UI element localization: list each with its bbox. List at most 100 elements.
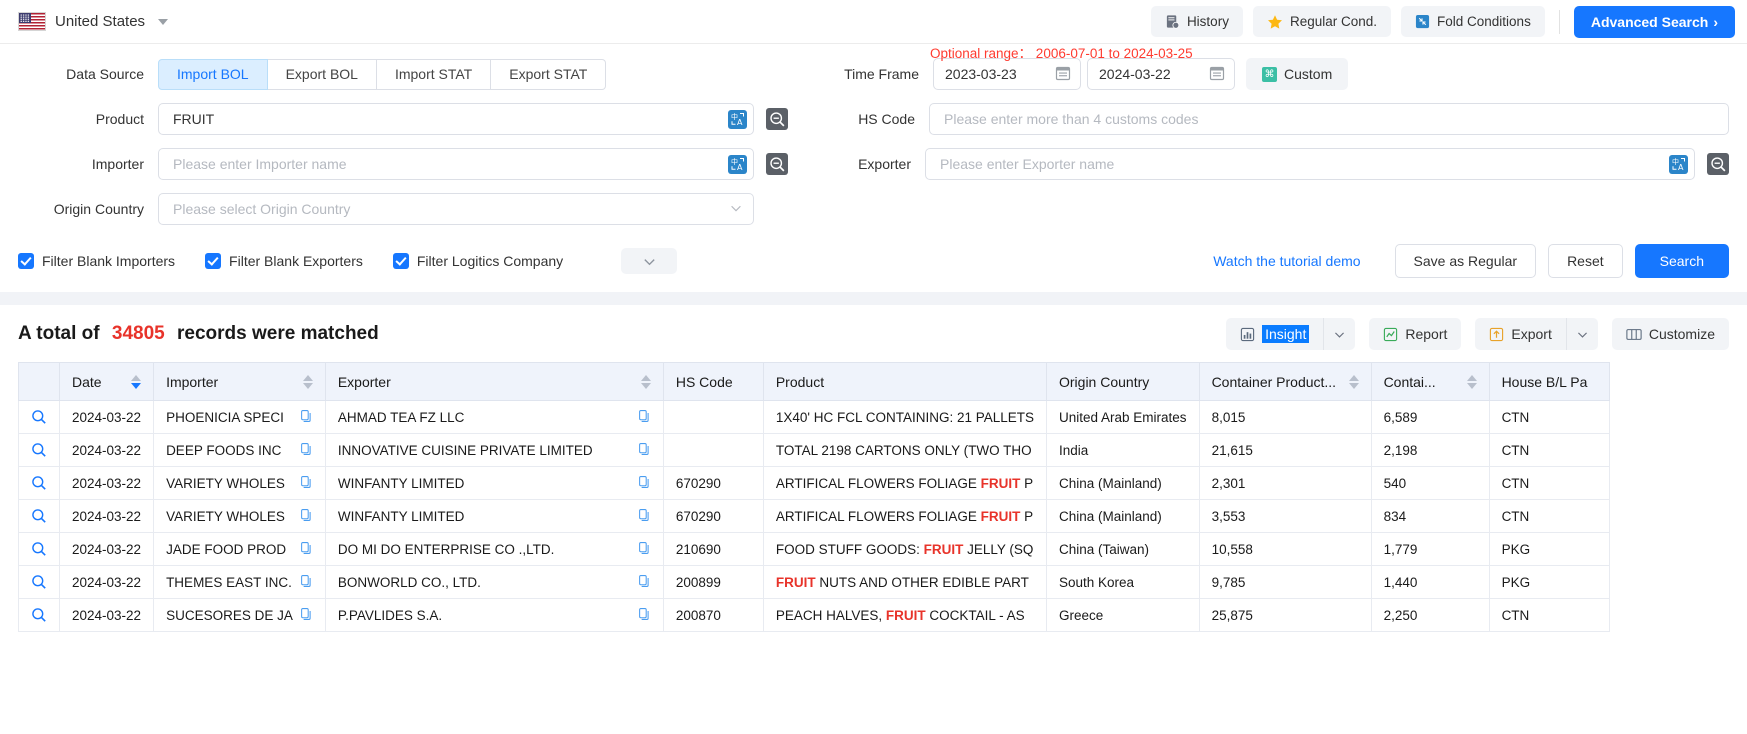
view-detail-icon[interactable] — [31, 442, 47, 458]
fuzzy-match-icon[interactable] — [766, 108, 788, 130]
sort-container-product-icon[interactable] — [1349, 375, 1359, 389]
cell-row-action[interactable] — [19, 533, 60, 566]
copy-icon[interactable] — [637, 442, 651, 459]
copy-icon[interactable] — [637, 409, 651, 426]
importer-input[interactable] — [171, 155, 728, 173]
product-field[interactable]: 中A — [158, 103, 754, 135]
copy-icon[interactable] — [299, 574, 313, 591]
tab-import-bol[interactable]: Import BOL — [158, 59, 268, 90]
sort-date-icon[interactable] — [131, 375, 141, 389]
view-detail-icon[interactable] — [31, 541, 47, 557]
table-row[interactable]: 2024-03-22JADE FOOD PRODDO MI DO ENTERPR… — [19, 533, 1610, 566]
cell-row-action[interactable] — [19, 500, 60, 533]
th-container[interactable]: Contai... — [1371, 363, 1489, 401]
exporter-field[interactable]: 中A — [925, 148, 1695, 180]
sort-container-icon[interactable] — [1467, 375, 1477, 389]
advanced-search-button[interactable]: Advanced Search › — [1574, 6, 1735, 38]
origin-country-input[interactable] — [171, 200, 729, 218]
filter-blank-importers[interactable]: Filter Blank Importers — [18, 253, 175, 269]
copy-icon[interactable] — [299, 409, 313, 426]
product-input[interactable] — [171, 110, 728, 128]
translate-icon[interactable]: 中A — [1669, 155, 1688, 174]
product-keyword: FRUIT — [776, 575, 816, 590]
country-selector[interactable]: United States — [18, 12, 168, 31]
search-button[interactable]: Search — [1635, 244, 1729, 278]
insight-button[interactable]: Insight — [1226, 318, 1323, 350]
copy-icon[interactable] — [299, 442, 313, 459]
report-button[interactable]: Report — [1369, 318, 1461, 350]
th-exporter[interactable]: Exporter — [325, 363, 663, 401]
copy-icon[interactable] — [637, 574, 651, 591]
table-row[interactable]: 2024-03-22VARIETY WHOLESWINFANTY LIMITED… — [19, 500, 1610, 533]
table-row[interactable]: 2024-03-22SUCESORES DE JAP.PAVLIDES S.A.… — [19, 599, 1610, 632]
copy-icon[interactable] — [637, 607, 651, 624]
regular-cond-button[interactable]: Regular Cond. — [1253, 6, 1391, 37]
save-as-regular-button[interactable]: Save as Regular — [1395, 244, 1537, 278]
th-importer-label: Importer — [166, 374, 295, 390]
hs-code-field[interactable] — [929, 103, 1729, 135]
exporter-input[interactable] — [938, 155, 1669, 173]
fuzzy-match-icon[interactable] — [1707, 153, 1729, 175]
checkbox-icon[interactable] — [18, 253, 34, 269]
cell-importer: SUCESORES DE JA — [154, 599, 326, 632]
table-row[interactable]: 2024-03-22VARIETY WHOLESWINFANTY LIMITED… — [19, 467, 1610, 500]
copy-icon[interactable] — [637, 508, 651, 525]
copy-icon[interactable] — [637, 475, 651, 492]
fold-conditions-button[interactable]: Fold Conditions — [1401, 6, 1545, 37]
translate-icon[interactable]: 中A — [728, 155, 747, 174]
watch-tutorial-demo-link[interactable]: Watch the tutorial demo — [1213, 253, 1360, 269]
table-row[interactable]: 2024-03-22PHOENICIA SPECIAHMAD TEA FZ LL… — [19, 401, 1610, 434]
view-detail-icon[interactable] — [31, 508, 47, 524]
tab-export-bol[interactable]: Export BOL — [268, 59, 377, 90]
copy-icon[interactable] — [637, 541, 651, 558]
cell-row-action[interactable] — [19, 467, 60, 500]
cell-origin-country: China (Taiwan) — [1047, 533, 1200, 566]
reset-button[interactable]: Reset — [1548, 244, 1623, 278]
table-header-row: Date Importer Exporter — [19, 363, 1610, 401]
table-row[interactable]: 2024-03-22THEMES EAST INC.BONWORLD CO., … — [19, 566, 1610, 599]
customize-button[interactable]: Customize — [1612, 318, 1729, 350]
history-label: History — [1187, 14, 1229, 29]
filter-blank-exporters[interactable]: Filter Blank Exporters — [205, 253, 363, 269]
copy-icon[interactable] — [299, 475, 313, 492]
tab-import-stat[interactable]: Import STAT — [377, 59, 491, 90]
filter-logistics-company[interactable]: Filter Logitics Company — [393, 253, 563, 269]
cell-row-action[interactable] — [19, 401, 60, 434]
th-importer[interactable]: Importer — [154, 363, 326, 401]
copy-icon[interactable] — [299, 607, 313, 624]
cell-row-action[interactable] — [19, 566, 60, 599]
view-detail-icon[interactable] — [31, 574, 47, 590]
table-row[interactable]: 2024-03-22DEEP FOODS INCINNOVATIVE CUISI… — [19, 434, 1610, 467]
translate-icon[interactable]: 中A — [728, 110, 747, 129]
sort-exporter-icon[interactable] — [641, 375, 651, 389]
view-detail-icon[interactable] — [31, 475, 47, 491]
date-from-field[interactable]: 2023-03-23 — [933, 58, 1081, 90]
th-container-product[interactable]: Container Product... — [1199, 363, 1371, 401]
th-date[interactable]: Date — [60, 363, 154, 401]
export-button[interactable]: Export — [1475, 318, 1565, 350]
checkbox-icon[interactable] — [393, 253, 409, 269]
origin-country-field[interactable] — [158, 193, 754, 225]
hs-code-input[interactable] — [942, 110, 1722, 128]
custom-range-button[interactable]: ⌘ Custom — [1246, 58, 1348, 90]
checkbox-icon[interactable] — [205, 253, 221, 269]
row-product-hscode: Product 中A HS Code — [18, 103, 1729, 135]
cell-house-bl: PKG — [1489, 566, 1609, 599]
view-detail-icon[interactable] — [31, 607, 47, 623]
cell-row-action[interactable] — [19, 599, 60, 632]
copy-icon[interactable] — [299, 508, 313, 525]
history-button[interactable]: History — [1151, 6, 1243, 37]
tab-export-stat[interactable]: Export STAT — [491, 59, 606, 90]
sort-importer-icon[interactable] — [303, 375, 313, 389]
insight-dropdown-arrow[interactable] — [1323, 318, 1355, 350]
copy-icon[interactable] — [299, 541, 313, 558]
date-to-field[interactable]: 2024-03-22 — [1087, 58, 1235, 90]
fuzzy-match-icon[interactable] — [766, 153, 788, 175]
view-detail-icon[interactable] — [31, 409, 47, 425]
importer-field[interactable]: 中A — [158, 148, 754, 180]
cell-row-action[interactable] — [19, 434, 60, 467]
export-dropdown-arrow[interactable] — [1566, 318, 1598, 350]
cell-container-product: 21,615 — [1199, 434, 1371, 467]
cell-date: 2024-03-22 — [60, 533, 154, 566]
expand-more-filters-button[interactable] — [621, 248, 677, 274]
